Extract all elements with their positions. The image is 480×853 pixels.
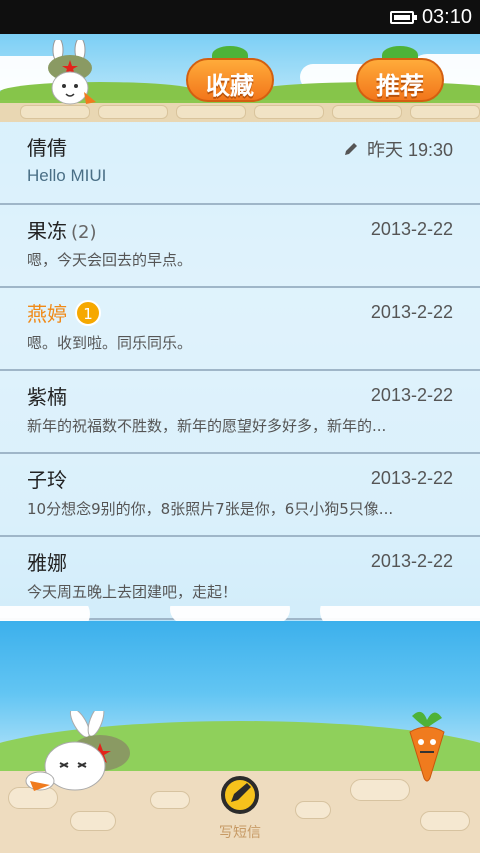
message-preview: 嗯，今天会回去的早点。 bbox=[27, 251, 193, 269]
contact-name: 燕婷 1 bbox=[27, 298, 101, 327]
contact-name: 紫楠 bbox=[27, 385, 67, 409]
message-preview: Hello MIUI bbox=[27, 166, 107, 185]
compose-label: 写短信 bbox=[219, 825, 261, 841]
contact-name: 倩倩 bbox=[27, 136, 67, 160]
contact-name: 子玲 bbox=[27, 468, 67, 492]
rabbit-sleeping-icon bbox=[25, 711, 130, 791]
conversation-date: 2013-2-22 bbox=[370, 219, 453, 239]
conversation-row[interactable]: 燕婷 1 2013-2-22 嗯。收到啦。同乐同乐。 bbox=[0, 288, 480, 371]
conversation-row[interactable]: 果冻 (2) 2013-2-22 嗯，今天会回去的早点。 bbox=[0, 205, 480, 288]
message-preview: 新年的祝福数不胜数，新年的愿望好多好多，新年的... bbox=[27, 417, 387, 435]
contact-name: 雅娜 bbox=[27, 551, 67, 575]
status-bar: 03:10 bbox=[0, 0, 480, 34]
draft-pencil-icon bbox=[344, 143, 357, 155]
rabbit-mascot-icon bbox=[48, 40, 96, 105]
message-count: (2) bbox=[71, 222, 97, 243]
bottom-scene: 写短信 bbox=[0, 606, 480, 853]
conversation-row[interactable]: 紫楠 2013-2-22 新年的祝福数不胜数，新年的愿望好多好多，新年的... bbox=[0, 371, 480, 454]
conversation-date: 2013-2-22 bbox=[370, 551, 453, 571]
conversation-list: 倩倩 昨天 19:30 Hello MIUI 果冻 (2) 2013-2-22 嗯… bbox=[0, 122, 480, 620]
header-banner: 收藏 推荐 bbox=[0, 34, 480, 122]
status-time: 03:10 bbox=[421, 5, 472, 28]
carrot-mascot-icon bbox=[409, 711, 445, 782]
recommend-label: 推荐 bbox=[376, 71, 424, 100]
compose-pencil-icon bbox=[221, 776, 259, 814]
conversation-row[interactable]: 倩倩 昨天 19:30 Hello MIUI bbox=[0, 122, 480, 205]
favorites-button[interactable]: 收藏 bbox=[186, 46, 274, 104]
conversation-row[interactable]: 子玲 2013-2-22 10分想念9别的你，8张照片7张是你，6只小狗5只像.… bbox=[0, 454, 480, 537]
recommend-button[interactable]: 推荐 bbox=[356, 46, 444, 104]
message-preview: 10分想念9别的你，8张照片7张是你，6只小狗5只像... bbox=[27, 500, 394, 518]
conversation-date: 2013-2-22 bbox=[370, 302, 453, 322]
message-preview: 今天周五晚上去团建吧，走起！ bbox=[27, 583, 238, 601]
unread-badge: 1 bbox=[75, 300, 101, 326]
message-preview: 嗯。收到啦。同乐同乐。 bbox=[27, 334, 193, 352]
battery-icon bbox=[389, 10, 417, 24]
favorites-label: 收藏 bbox=[206, 71, 254, 100]
conversation-date: 2013-2-22 bbox=[370, 385, 453, 405]
conversation-date: 2013-2-22 bbox=[370, 468, 453, 488]
contact-name: 果冻 (2) bbox=[27, 219, 97, 243]
conversation-date: 昨天 19:30 bbox=[343, 136, 453, 162]
compose-button[interactable]: 写短信 bbox=[210, 776, 270, 851]
